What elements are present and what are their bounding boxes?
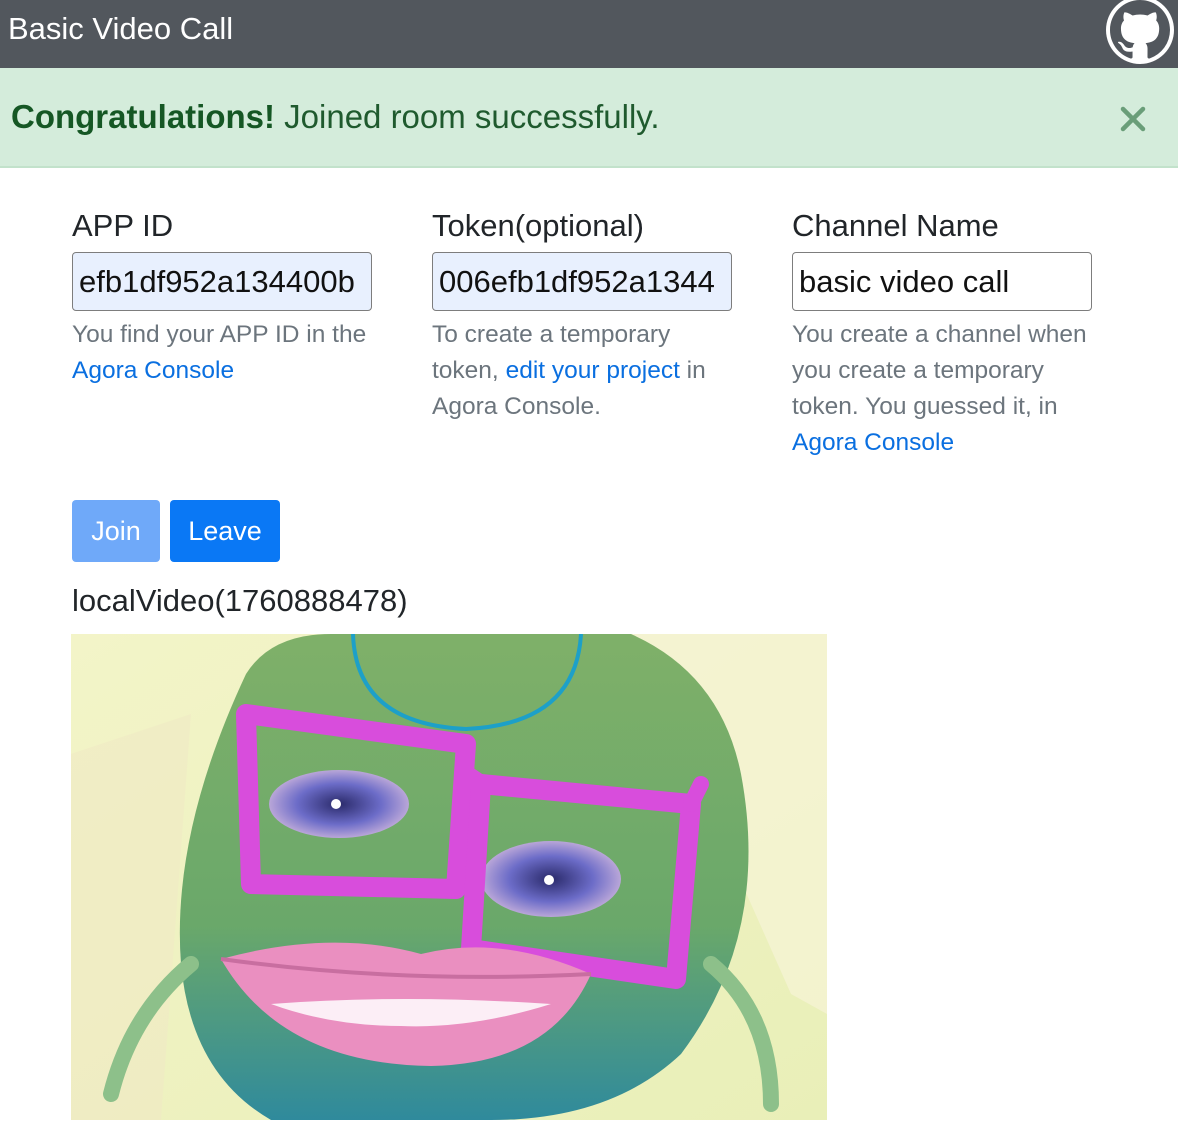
alert-message: Congratulations! Joined room successfull… [11,98,660,136]
app-id-label: APP ID [72,208,174,243]
app-id-help-text: You find your APP ID in the [72,321,367,348]
local-video [71,634,827,1120]
channel-help: You create a channel when you create a t… [792,317,1092,461]
agora-console-link[interactable]: Agora Console [72,357,234,384]
token-input[interactable] [432,252,732,311]
channel-help-text: You create a channel when you create a t… [792,321,1087,420]
local-video-label: localVideo(1760888478) [72,583,408,618]
channel-group: Channel Name You create a channel when y… [792,206,1092,461]
channel-input[interactable] [792,252,1092,311]
channel-label: Channel Name [792,208,999,243]
app-id-group: APP ID You find your APP ID in the Agora… [72,206,372,389]
edit-project-link[interactable]: edit your project [506,357,680,384]
app-id-help: You find your APP ID in the Agora Consol… [72,317,372,389]
close-icon[interactable] [1116,102,1150,136]
alert-body: Joined room successfully. [274,98,660,135]
navbar-title: Basic Video Call [8,11,234,46]
agora-console-link-channel[interactable]: Agora Console [792,429,954,456]
success-alert: Congratulations! Joined room successfull… [0,68,1178,168]
token-label: Token(optional) [432,208,644,243]
github-icon[interactable] [1106,0,1174,64]
token-group: Token(optional) To create a temporary to… [432,206,732,425]
join-button[interactable]: Join [72,500,160,562]
token-help: To create a temporary token, edit your p… [432,317,732,425]
video-frame [71,634,827,1120]
navbar: Basic Video Call [0,0,1178,68]
leave-button[interactable]: Leave [170,500,280,562]
app-id-input[interactable] [72,252,372,311]
alert-strong: Congratulations! [11,98,275,135]
